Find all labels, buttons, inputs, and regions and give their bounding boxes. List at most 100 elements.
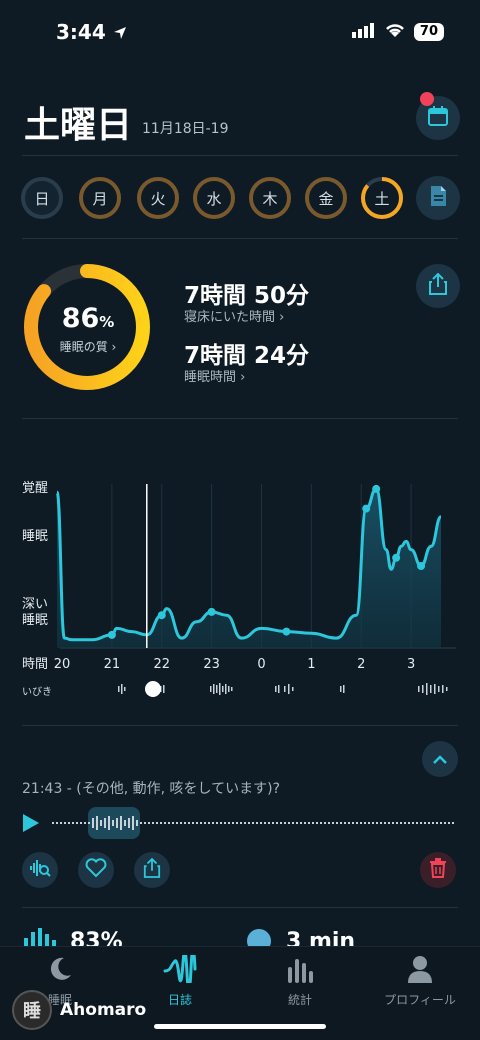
data-point <box>107 630 116 639</box>
sleep-stage-chart[interactable] <box>0 470 480 680</box>
wave-sample <box>52 822 54 824</box>
wave-sample <box>424 822 426 824</box>
wave-sample <box>412 822 414 824</box>
day-ring-sun[interactable]: 日 <box>20 176 64 220</box>
wave-sample <box>232 822 234 824</box>
wave-sample <box>92 818 94 828</box>
week-selector: 日 月 火 水 木 金 土 <box>20 176 460 220</box>
wave-sample <box>120 816 122 830</box>
nav-item-stats[interactable]: 統計 <box>240 955 360 1008</box>
collapse-button[interactable] <box>422 741 458 777</box>
snore-playhead[interactable] <box>145 681 161 697</box>
wave-sample <box>96 816 98 830</box>
favorite-button[interactable] <box>78 852 114 888</box>
wave-sample <box>296 822 298 824</box>
sleep-time-label[interactable]: 睡眠時間 › <box>184 366 245 385</box>
wave-sample <box>124 820 126 826</box>
share-icon <box>143 857 161 882</box>
wave-sample <box>76 822 78 824</box>
nav-label: プロフィール <box>384 993 456 1007</box>
data-point <box>392 553 401 562</box>
trash-icon <box>429 858 447 882</box>
wave-sample <box>224 822 226 824</box>
wave-sample <box>204 822 206 824</box>
wave-sample <box>308 822 310 824</box>
wave-sample <box>396 822 398 824</box>
wave-sample <box>192 822 194 824</box>
wave-sample <box>128 818 130 828</box>
moon-icon <box>46 955 74 987</box>
wave-sample <box>400 822 402 824</box>
divider <box>22 725 458 726</box>
wave-sample <box>452 822 454 824</box>
nav-label: 日誌 <box>167 993 192 1007</box>
wave-sample <box>328 822 330 824</box>
wave-sample <box>280 822 282 824</box>
snore-track[interactable] <box>60 681 460 697</box>
x-tick-label: 3 <box>406 657 416 672</box>
audio-waveform[interactable] <box>50 806 460 840</box>
share-summary-button[interactable] <box>416 264 460 308</box>
wave-sample <box>180 822 182 824</box>
page-title: 土曜日 <box>24 105 133 146</box>
brand-logo: 睡 <box>12 990 52 1030</box>
divider <box>22 418 458 419</box>
day-ring-mon[interactable]: 月 <box>78 176 122 220</box>
sound-search-icon <box>29 858 51 882</box>
wave-sample <box>352 822 354 824</box>
wave-sample <box>324 822 326 824</box>
wave-sample <box>164 822 166 824</box>
home-indicator[interactable] <box>154 1024 326 1029</box>
wave-sample <box>248 822 250 824</box>
wave-sample <box>284 822 286 824</box>
wave-sample <box>448 822 450 824</box>
wave-sample <box>356 822 358 824</box>
sleep-time-value: 7時間 24分 <box>184 343 310 369</box>
wave-sample <box>108 816 110 830</box>
wave-sample <box>392 822 394 824</box>
wave-sample <box>432 822 434 824</box>
share-audio-button[interactable] <box>134 852 170 888</box>
day-label: 金 <box>318 189 334 208</box>
location-arrow-icon <box>113 20 127 44</box>
day-ring-fri[interactable]: 金 <box>304 176 348 220</box>
wave-sample <box>152 822 154 824</box>
time-in-bed-label[interactable]: 寝床にいた時間 › <box>184 306 284 325</box>
date-range: 11月18日-19 <box>142 121 229 137</box>
play-button[interactable] <box>22 813 40 837</box>
wave-sample <box>220 822 222 824</box>
wave-sample <box>160 822 162 824</box>
day-ring-sat-selected[interactable]: 土 <box>360 176 404 220</box>
wave-sample <box>408 822 410 824</box>
play-icon <box>22 814 40 837</box>
wave-icon <box>163 946 197 993</box>
day-ring-thu[interactable]: 木 <box>248 176 292 220</box>
sleep-quality-label[interactable]: 睡眠の質 › <box>26 338 150 355</box>
wave-sample <box>272 822 274 824</box>
wave-sample <box>312 822 314 824</box>
wave-sample <box>332 822 334 824</box>
wave-sample <box>420 822 422 824</box>
person-icon <box>407 955 433 987</box>
wave-sample <box>436 822 438 824</box>
day-label: 水 <box>206 189 222 208</box>
wave-sample <box>368 822 370 824</box>
chevron-up-icon <box>432 750 448 769</box>
status-time: 3:44 <box>56 20 127 44</box>
wave-sample <box>88 822 90 824</box>
data-point <box>417 562 426 570</box>
bars-icon <box>287 955 313 987</box>
x-tick-label: 22 <box>153 657 170 672</box>
day-ring-wed[interactable]: 水 <box>192 176 236 220</box>
analyze-audio-button[interactable] <box>22 852 58 888</box>
day-label: 月 <box>92 189 108 208</box>
day-ring-tue[interactable]: 火 <box>136 176 180 220</box>
delete-button[interactable] <box>420 852 456 888</box>
data-point <box>372 484 381 493</box>
battery-indicator: 70 <box>413 23 444 41</box>
x-tick-label: 21 <box>103 657 121 672</box>
notes-button[interactable] <box>416 176 460 220</box>
sleep-area <box>57 488 442 648</box>
nav-item-profile[interactable]: プロフィール <box>360 955 480 1008</box>
wave-sample <box>428 822 430 824</box>
